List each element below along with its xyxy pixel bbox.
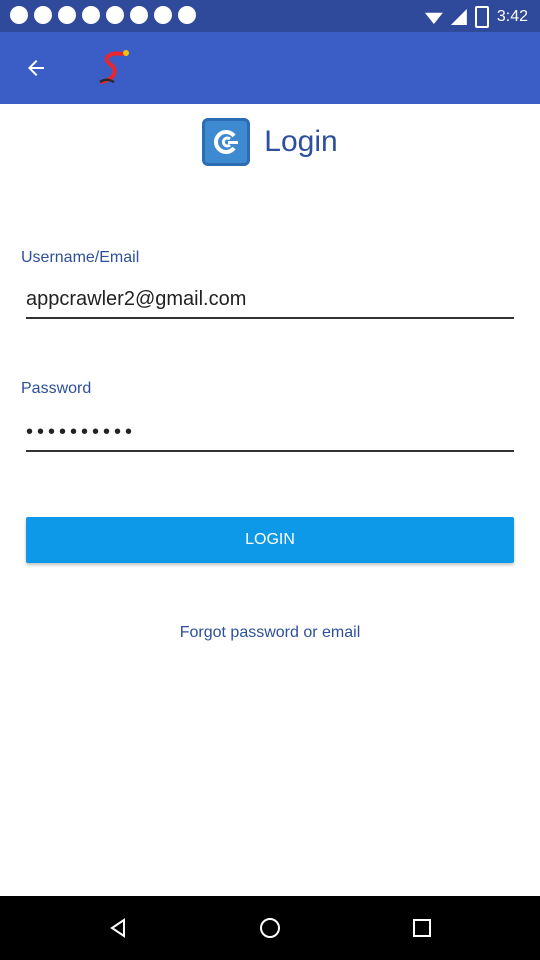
username-field[interactable]: appcrawler2@gmail.com [26, 288, 514, 319]
circle-home-icon [260, 918, 280, 938]
nav-recents-button[interactable] [402, 908, 442, 948]
nav-home-button[interactable] [250, 908, 290, 948]
notification-icon [178, 6, 196, 24]
password-field[interactable]: •••••••••• [26, 421, 514, 452]
forgot-password-link[interactable]: Forgot password or email [0, 624, 540, 642]
app-bar [0, 32, 540, 104]
status-bar: 3:42 [0, 0, 540, 32]
signal-icon [450, 9, 467, 25]
back-button[interactable] [12, 44, 60, 92]
notification-icon [106, 6, 124, 24]
username-label: Username/Email [21, 249, 140, 266]
wifi-icon [424, 12, 443, 24]
notification-icon [82, 6, 100, 24]
login-header: Login [0, 112, 540, 172]
app-logo-icon [99, 50, 129, 84]
triangle-back-icon [110, 918, 125, 938]
login-button[interactable]: LOGIN [26, 517, 514, 563]
password-label: Password [21, 380, 92, 397]
notification-icon [130, 6, 148, 24]
battery-icon [474, 6, 489, 28]
page-title: Login [264, 125, 338, 158]
square-recents-icon [413, 919, 431, 937]
clock: 3:42 [496, 8, 528, 25]
notification-icons [10, 6, 196, 24]
nav-back-button[interactable] [98, 908, 138, 948]
notification-icon [154, 6, 172, 24]
arrow-left-icon [28, 60, 44, 76]
app-logo-icon [202, 118, 251, 166]
notification-icon [10, 6, 28, 24]
notification-icon [58, 6, 76, 24]
navigation-bar [0, 896, 540, 960]
notification-icon [34, 6, 52, 24]
